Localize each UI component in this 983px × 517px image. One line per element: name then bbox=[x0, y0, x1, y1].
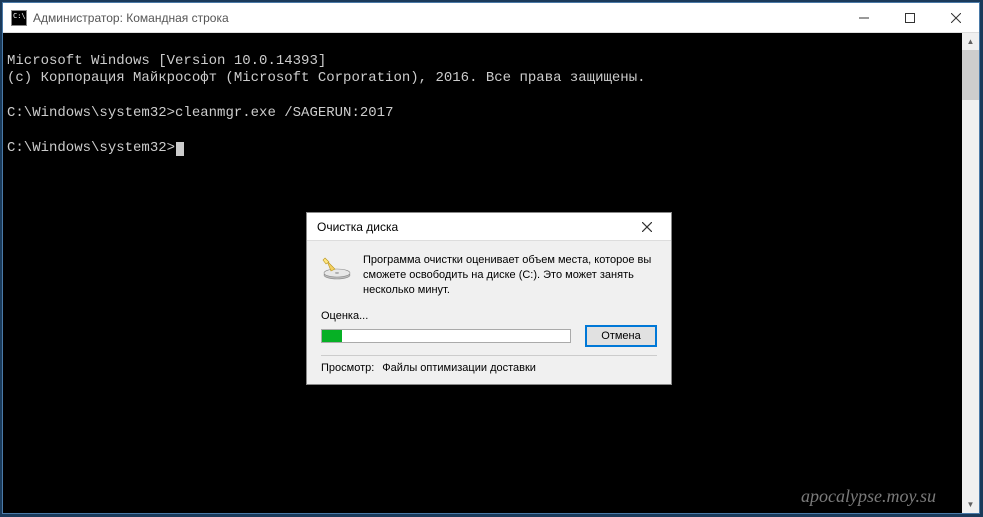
dialog-info-row: Программа очистки оценивает объем места,… bbox=[321, 253, 657, 298]
cancel-button[interactable]: Отмена bbox=[585, 325, 657, 347]
scroll-track[interactable] bbox=[962, 50, 979, 496]
evaluation-label: Оценка... bbox=[321, 310, 657, 322]
console-line: (c) Корпорация Майкрософт (Microsoft Cor… bbox=[7, 70, 646, 86]
view-label: Просмотр: bbox=[321, 362, 374, 374]
scroll-up-button[interactable]: ▲ bbox=[962, 33, 979, 50]
disk-cleanup-icon bbox=[321, 253, 353, 285]
titlebar[interactable]: Администратор: Командная строка bbox=[3, 3, 979, 33]
dialog-titlebar[interactable]: Очистка диска bbox=[307, 213, 671, 241]
view-row: Просмотр: Файлы оптимизации доставки bbox=[321, 355, 657, 374]
scroll-down-button[interactable]: ▼ bbox=[962, 496, 979, 513]
minimize-button[interactable] bbox=[841, 3, 887, 33]
dialog-message: Программа очистки оценивает объем места,… bbox=[363, 253, 657, 298]
scroll-thumb[interactable] bbox=[962, 50, 979, 100]
console-line: Microsoft Windows [Version 10.0.14393] bbox=[7, 53, 326, 69]
disk-cleanup-dialog: Очистка диска Программа очистки оценивае… bbox=[306, 212, 672, 385]
dialog-close-button[interactable] bbox=[627, 215, 667, 239]
progress-fill bbox=[322, 330, 342, 342]
close-button[interactable] bbox=[933, 3, 979, 33]
maximize-button[interactable] bbox=[887, 3, 933, 33]
window-title: Администратор: Командная строка bbox=[33, 11, 841, 25]
watermark: apocalypse.moy.su bbox=[801, 485, 936, 508]
console-prompt: C:\Windows\system32> bbox=[7, 140, 184, 156]
vertical-scrollbar[interactable]: ▲ ▼ bbox=[962, 33, 979, 513]
view-value: Файлы оптимизации доставки bbox=[382, 362, 536, 374]
progress-bar bbox=[321, 329, 571, 343]
progress-row: Отмена bbox=[321, 325, 657, 347]
console-prompt: C:\Windows\system32>cleanmgr.exe /SAGERU… bbox=[7, 105, 393, 121]
cursor bbox=[176, 142, 184, 156]
dialog-body: Программа очистки оценивает объем места,… bbox=[307, 241, 671, 384]
dialog-title: Очистка диска bbox=[317, 220, 627, 234]
cmd-icon bbox=[11, 10, 27, 26]
window-controls bbox=[841, 3, 979, 33]
